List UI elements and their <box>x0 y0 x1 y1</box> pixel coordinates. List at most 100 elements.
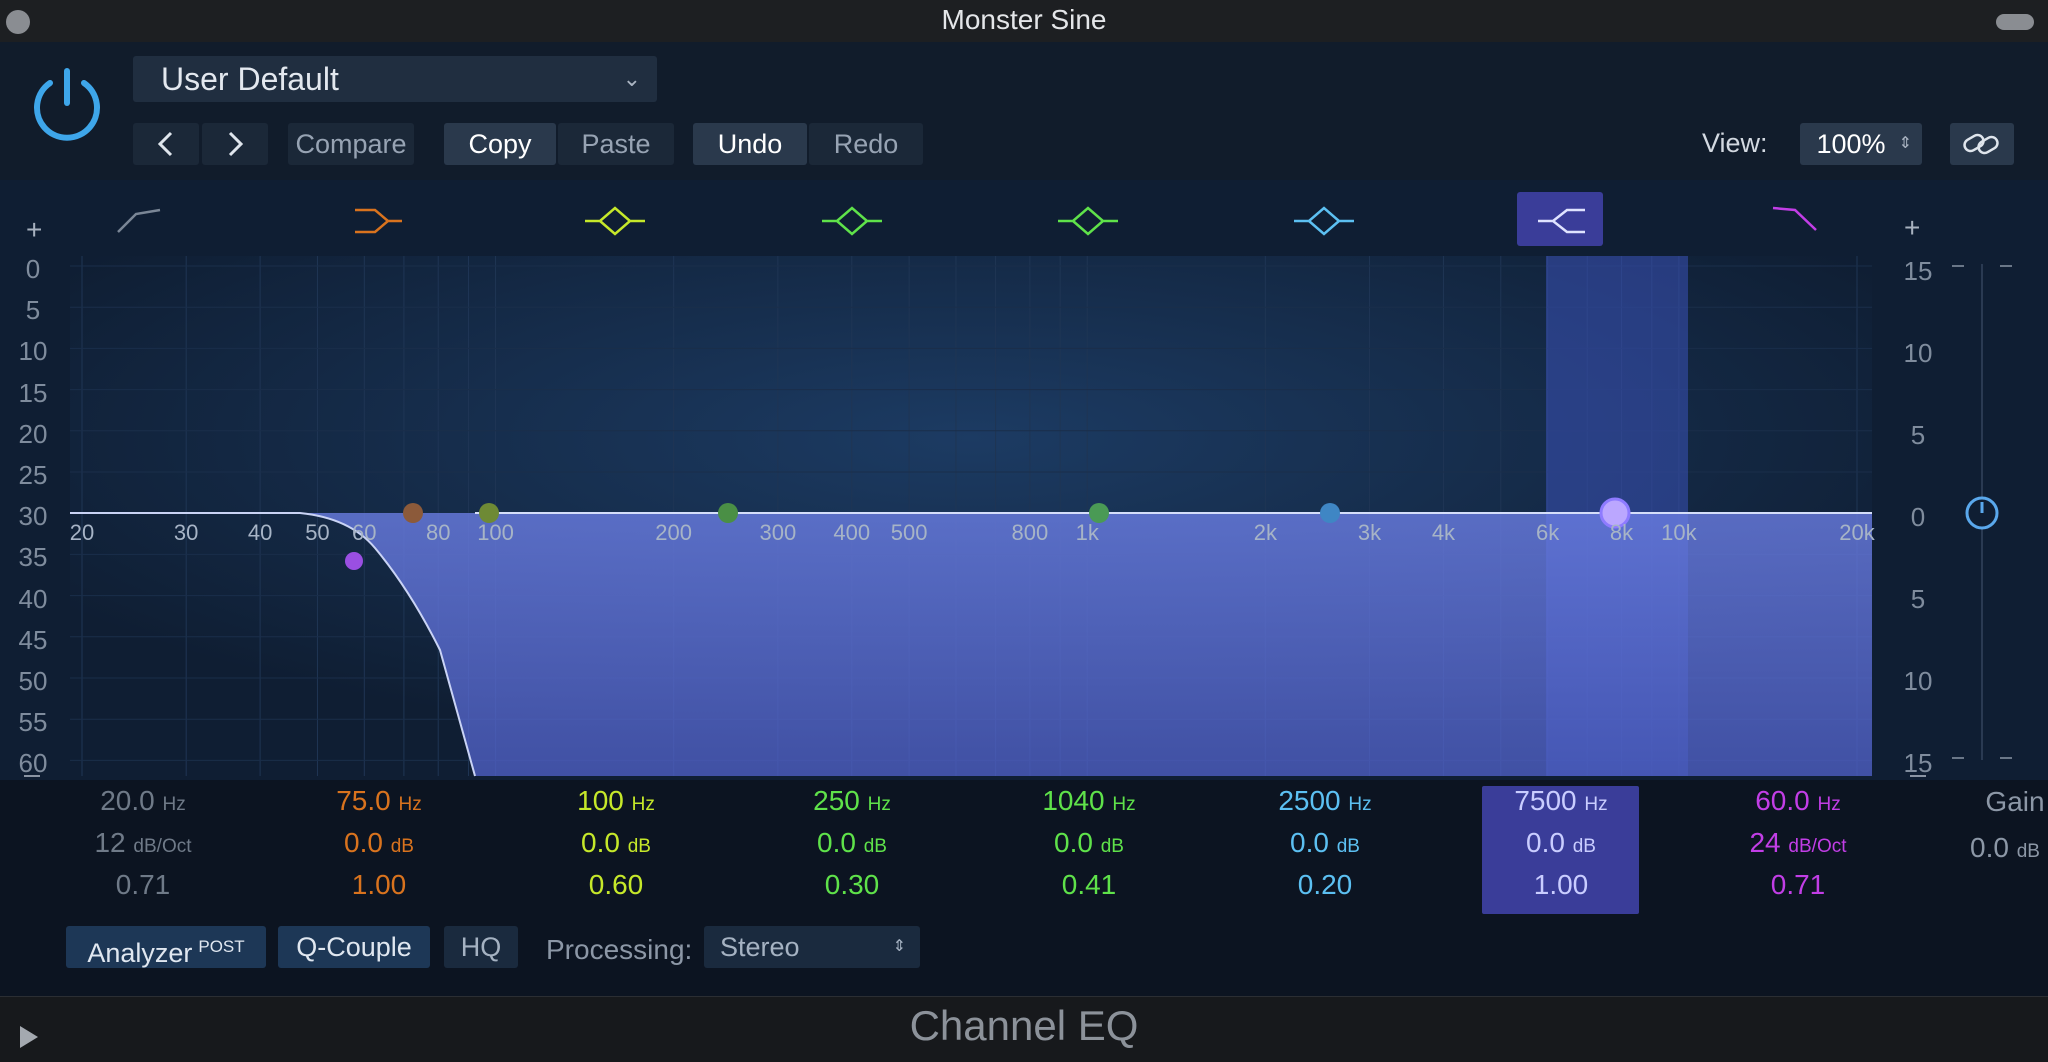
band-frequency-value: 1040 <box>1042 785 1105 816</box>
db-scale-tick: 20 <box>18 418 48 449</box>
window-title: Monster Sine <box>941 4 1107 35</box>
band-q-value: 1.00 <box>351 869 407 900</box>
link-button[interactable] <box>1950 123 2014 165</box>
band-5-readout[interactable]: 1040 Hz 0.0 dB 0.41 <box>979 785 1199 911</box>
band-gain-value: 0.0 <box>581 827 620 858</box>
preset-dropdown[interactable]: User Default ⌄ <box>133 56 657 102</box>
band-3-readout[interactable]: 100 Hz 0.0 dB 0.60 <box>506 785 726 911</box>
band-q[interactable]: 1.00 <box>269 869 489 911</box>
high-cut-icon[interactable] <box>1772 206 1817 231</box>
frequency-tick: 20 <box>69 520 95 545</box>
band-gain-unit: dB <box>390 836 414 857</box>
frequency-tick: 1k <box>1075 520 1099 545</box>
processing-label: Processing: <box>546 934 693 965</box>
copy-button[interactable]: Copy <box>444 123 556 165</box>
band-gain-value: 0.0 <box>1526 827 1565 858</box>
band-frequency[interactable]: 2500 Hz <box>1215 785 1435 827</box>
band-frequency-value: 250 <box>813 785 860 816</box>
band-q[interactable]: 0.71 <box>33 869 253 911</box>
preset-name: User Default <box>161 61 339 97</box>
band-gain[interactable]: 12 dB/Oct <box>33 827 253 869</box>
band-frequency[interactable]: 60.0 Hz <box>1688 785 1908 827</box>
band-gain[interactable]: 0.0 dB <box>1215 827 1435 869</box>
gain-scale-tick: 0 <box>1910 502 1926 532</box>
paste-button[interactable]: Paste <box>558 123 674 165</box>
analyzer-button[interactable]: Analyzer POST <box>66 926 266 968</box>
band-8-readout[interactable]: 60.0 Hz 24 dB/Oct 0.71 <box>1688 785 1908 911</box>
chevron-down-icon: ⌄ <box>622 66 641 91</box>
eq-graph[interactable] <box>0 180 2048 780</box>
band-frequency[interactable]: 7500 Hz <box>1451 785 1671 827</box>
next-preset-button[interactable] <box>202 123 268 165</box>
band-gain[interactable]: 0.0 dB <box>269 827 489 869</box>
db-scale-tick: 35 <box>18 542 48 573</box>
band-gain[interactable]: 0.0 dB <box>506 827 726 869</box>
band-frequency[interactable]: 75.0 Hz <box>269 785 489 827</box>
processing-value: Stereo <box>720 932 800 962</box>
band-8-handle[interactable] <box>345 552 363 570</box>
band-frequency-unit: Hz <box>1348 794 1372 815</box>
stepper-icon: ⇕ <box>892 938 906 955</box>
frequency-tick: 10k <box>1661 520 1697 545</box>
frequency-tick: 100 <box>477 520 514 545</box>
low-cut-icon[interactable] <box>117 208 161 233</box>
band-gain-value: 0.0 <box>817 827 856 858</box>
band-gain[interactable]: 24 dB/Oct <box>1688 827 1908 869</box>
band-q-value: 0.71 <box>1770 869 1826 900</box>
band-q-value: 1.00 <box>1533 869 1589 900</box>
q-couple-button[interactable]: Q-Couple <box>278 926 430 968</box>
hq-button[interactable]: HQ <box>444 926 518 968</box>
band-6-readout[interactable]: 2500 Hz 0.0 dB 0.20 <box>1215 785 1435 911</box>
undo-button[interactable]: Undo <box>693 123 807 165</box>
gain-readout[interactable]: 0.0 dB <box>1930 832 2048 864</box>
band-q[interactable]: 0.71 <box>1688 869 1908 911</box>
band-q-value: 0.60 <box>588 869 644 900</box>
previous-preset-button[interactable] <box>133 123 199 165</box>
band-q[interactable]: 0.60 <box>506 869 726 911</box>
analyzer-post-label: POST <box>198 937 245 956</box>
add-point-left[interactable]: + <box>26 214 42 246</box>
gain-scale-tick: 10 <box>1903 666 1933 696</box>
bell-icon[interactable] <box>585 206 645 236</box>
band-gain[interactable]: 0.0 dB <box>742 827 962 869</box>
band-gain-unit: dB <box>863 836 887 857</box>
band-2-readout[interactable]: 75.0 Hz 0.0 dB 1.00 <box>269 785 489 911</box>
view-zoom-select[interactable]: 100% ⇕ <box>1800 123 1922 165</box>
bell-icon[interactable] <box>1058 206 1118 236</box>
band-q[interactable]: 0.30 <box>742 869 962 911</box>
band-q-value: 0.20 <box>1297 869 1353 900</box>
collapse-window-button[interactable] <box>1996 14 2034 30</box>
power-icon[interactable] <box>28 65 106 143</box>
frequency-tick: 2k <box>1253 520 1277 545</box>
view-zoom-value: 100% <box>1816 129 1886 159</box>
frequency-tick: 80 <box>425 520 451 545</box>
frequency-tick: 60 <box>352 520 377 545</box>
band-frequency-unit: Hz <box>1817 794 1841 815</box>
band-q[interactable]: 1.00 <box>1451 869 1671 911</box>
processing-select[interactable]: Stereo ⇕ <box>704 926 920 968</box>
compare-button[interactable]: Compare <box>288 123 414 165</box>
band-frequency[interactable]: 20.0 Hz <box>33 785 253 827</box>
band-gain-value: 0.0 <box>1290 827 1329 858</box>
band-1-readout[interactable]: 20.0 Hz 12 dB/Oct 0.71 <box>33 785 253 911</box>
db-scale-tick: 40 <box>18 583 48 614</box>
add-point-right[interactable]: + <box>1904 212 1920 244</box>
band-gain[interactable]: 0.0 dB <box>1451 827 1671 869</box>
band-gain[interactable]: 0.0 dB <box>979 827 1199 869</box>
band-6-handle[interactable] <box>1320 503 1340 523</box>
band-frequency[interactable]: 100 Hz <box>506 785 726 827</box>
band-q[interactable]: 0.41 <box>979 869 1199 911</box>
gain-label: Gain <box>1985 786 2045 817</box>
band-4-readout[interactable]: 250 Hz 0.0 dB 0.30 <box>742 785 962 911</box>
band-frequency-value: 100 <box>577 785 624 816</box>
bell-icon[interactable] <box>822 206 882 236</box>
redo-button[interactable]: Redo <box>809 123 923 165</box>
band-q[interactable]: 0.20 <box>1215 869 1435 911</box>
band-frequency[interactable]: 1040 Hz <box>979 785 1199 827</box>
low-shelf-icon[interactable] <box>355 208 402 234</box>
band-frequency[interactable]: 250 Hz <box>742 785 962 827</box>
bell-icon[interactable] <box>1294 206 1354 236</box>
band-4-handle[interactable] <box>718 503 738 523</box>
band-7-readout[interactable]: 7500 Hz 0.0 dB 1.00 <box>1451 785 1671 911</box>
frequency-tick: 3k <box>1357 520 1382 545</box>
